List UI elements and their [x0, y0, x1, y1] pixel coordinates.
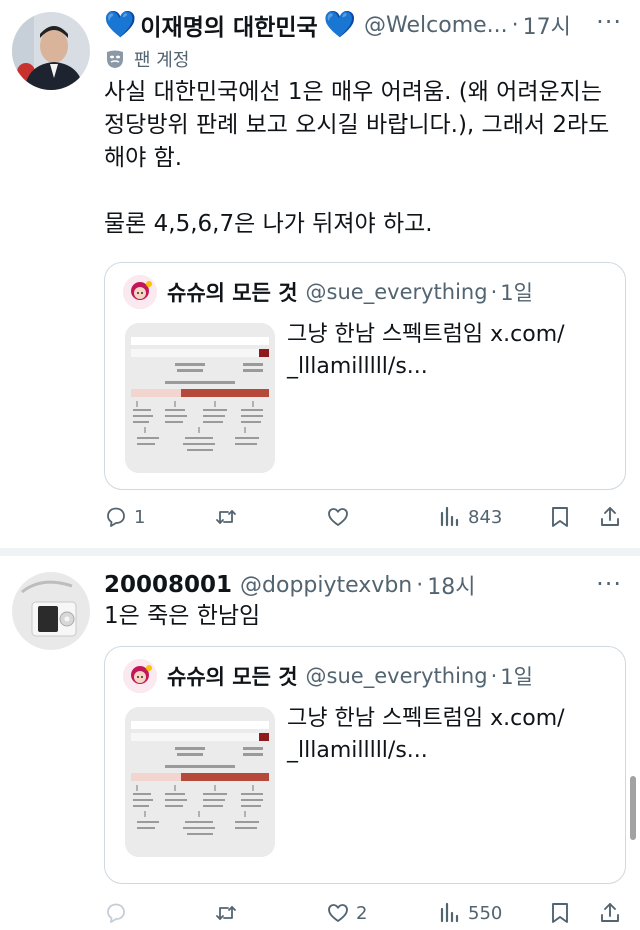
reply-button[interactable] [104, 898, 134, 928]
quoted-timestamp: 1일 [500, 281, 533, 305]
tweet-actions: 1 843 [104, 502, 626, 532]
quoted-display-name: 슈슈의 모든 것 [167, 665, 298, 689]
tweet-actions: 2 550 [104, 898, 626, 928]
quoted-tweet-text: 그냥 한남 스펙트럼임 x.com/ _lllamilllll/s... [287, 322, 565, 379]
reply-icon [107, 507, 125, 527]
quoted-tweet[interactable]: 슈슈의 모든 것 @sue_everything · 1일 그냥 한남 스펙트럼… [104, 646, 626, 884]
share-button[interactable] [598, 898, 622, 928]
avatar[interactable] [12, 572, 90, 650]
account-label: 팬 계정 [104, 46, 189, 72]
quoted-image-thumbnail[interactable] [125, 323, 275, 473]
views-chart-icon [440, 506, 459, 527]
quoted-display-name: 슈슈의 모든 것 [167, 281, 298, 305]
reply-icon [107, 903, 125, 923]
share-icon [601, 507, 619, 526]
bookmark-icon [552, 903, 568, 923]
tweet-text: 1은 죽은 한남임 [104, 603, 261, 629]
quoted-avatar [123, 659, 157, 693]
timestamp[interactable]: 17시 [523, 9, 571, 41]
tweet[interactable]: 💙 이재명의 대한민국 💙 @Welcome... · 17시 ··· 팬 계정… [0, 0, 640, 548]
heart-icon [328, 904, 348, 922]
bookmark-button[interactable] [548, 502, 572, 532]
heart-icon [328, 508, 348, 526]
separator-dot: · [511, 12, 519, 38]
quoted-tweet-text: 그냥 한남 스펙트럼임 x.com/ _lllamilllll/s... [287, 706, 565, 763]
bookmark-icon [552, 507, 568, 527]
like-button[interactable]: 2 [326, 898, 367, 928]
tweet-text: 사실 대한민국에선 1은 매우 어려움. (왜 어려운지는 정당방위 판례 보고… [104, 79, 610, 237]
quoted-tweet-header: 슈슈의 모든 것 @sue_everything · 1일 [123, 659, 533, 693]
quoted-tweet[interactable]: 슈슈의 모든 것 @sue_everything · 1일 그냥 한남 스펙트럼… [104, 262, 626, 490]
user-handle[interactable]: @doppiytexvbn [240, 573, 412, 598]
share-icon [601, 903, 619, 922]
separator-dot: · [490, 664, 498, 688]
quoted-tweet-header: 슈슈의 모든 것 @sue_everything · 1일 [123, 275, 533, 309]
tweet-header: 💙 이재명의 대한민국 💙 @Welcome... · 17시 [104, 6, 584, 44]
like-button[interactable] [326, 502, 356, 532]
retweet-icon [216, 906, 236, 920]
view-count: 550 [468, 902, 503, 924]
reply-count: 1 [134, 506, 146, 528]
quoted-handle: @sue_everything [305, 664, 488, 688]
quoted-avatar [123, 275, 157, 309]
reply-button[interactable]: 1 [104, 502, 145, 532]
display-name[interactable]: 이재명의 대한민국 [140, 8, 317, 42]
quoted-image-thumbnail[interactable] [125, 707, 275, 857]
tweet-header: 20008001 @doppiytexvbn · 18시 [104, 568, 584, 602]
tweet-divider [0, 548, 640, 556]
quoted-timestamp: 1일 [500, 665, 533, 689]
bookmark-button[interactable] [548, 898, 572, 928]
mask-icon [107, 50, 123, 68]
view-count: 843 [468, 506, 503, 528]
separator-dot: · [490, 280, 498, 304]
retweet-button[interactable] [214, 898, 244, 928]
user-handle[interactable]: @Welcome... [364, 13, 508, 38]
quoted-handle: @sue_everything [305, 280, 488, 304]
display-name[interactable]: 20008001 [104, 572, 232, 598]
retweet-icon [216, 510, 236, 524]
more-options-icon[interactable]: ··· [596, 570, 622, 598]
scrollbar[interactable] [630, 776, 636, 840]
like-count: 2 [356, 902, 368, 924]
share-button[interactable] [598, 502, 622, 532]
views-button[interactable]: 843 [438, 502, 502, 532]
views-chart-icon [440, 902, 459, 923]
separator-dot: · [416, 572, 424, 598]
timestamp[interactable]: 18시 [427, 569, 475, 601]
retweet-button[interactable] [214, 502, 244, 532]
views-button[interactable]: 550 [438, 898, 502, 928]
more-options-icon[interactable]: ··· [596, 8, 622, 36]
fan-account-label: 팬 계정 [134, 50, 190, 71]
blue-heart-icon: 💙 [323, 10, 357, 40]
avatar[interactable] [12, 12, 90, 90]
blue-heart-icon: 💙 [104, 10, 137, 40]
tweet[interactable]: 20008001 @doppiytexvbn · 18시 ··· 1은 죽은 한… [0, 556, 640, 930]
